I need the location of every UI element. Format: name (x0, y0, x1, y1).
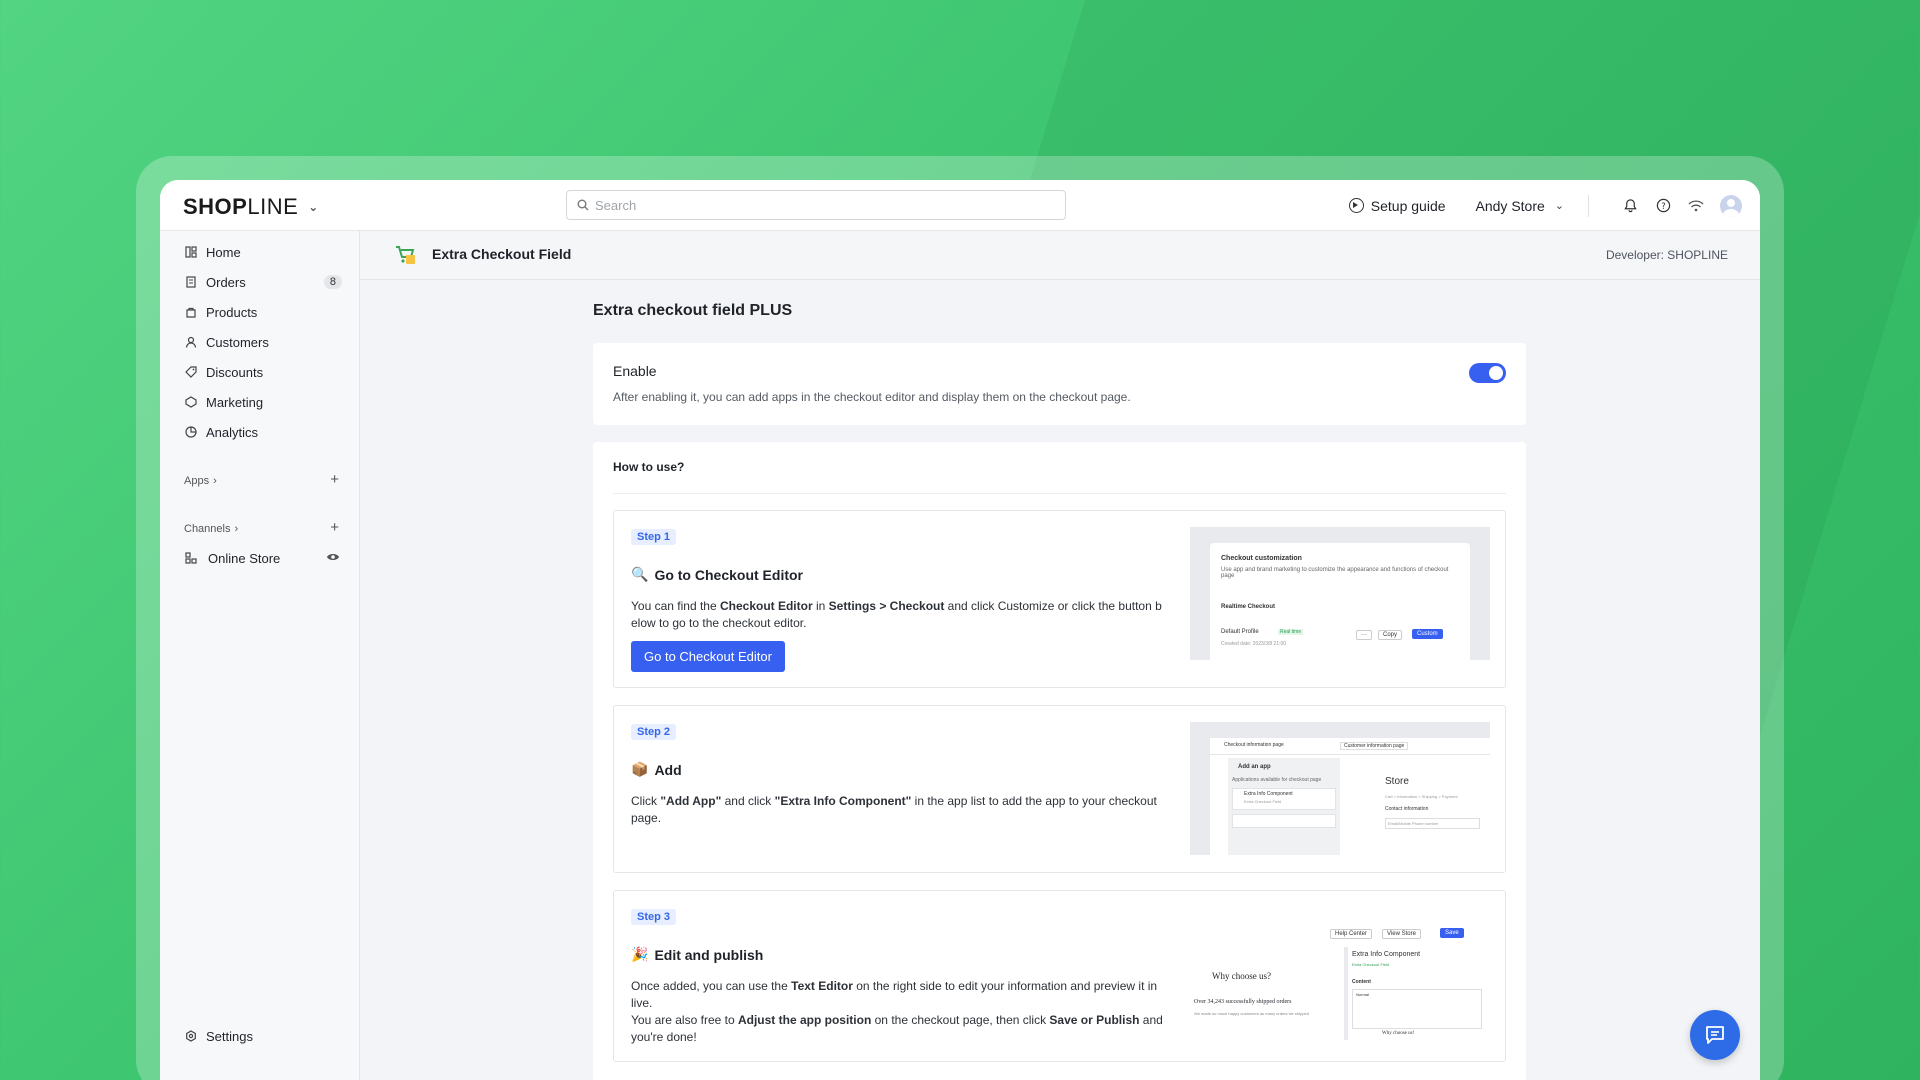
developer-label: Developer: SHOPLINE (1605, 248, 1728, 262)
add-channel-icon[interactable]: + (330, 519, 339, 536)
how-to-use-card: How to use? Step 1 🔍 Go to Checkout Edit… (593, 442, 1526, 1080)
enable-description: After enabling it, you can add apps in t… (613, 390, 1131, 404)
chevron-down-icon: ⌄ (1554, 200, 1564, 212)
app-window: SHOPLINE ⌄ Setup guide Andy Store ⌄ ? (160, 180, 1760, 1080)
sidebar-apps-section[interactable]: Apps › (184, 475, 217, 487)
main-content: Extra checkout field PLUS Enable After e… (360, 280, 1760, 1080)
products-icon (184, 305, 198, 319)
step-description: Click "Add App" and click "Extra Info Co… (631, 794, 1157, 825)
chat-icon (1706, 1026, 1724, 1044)
divider (1588, 194, 1589, 217)
sidebar-item-label: Orders (206, 274, 246, 290)
store-name: Andy Store (1475, 197, 1545, 214)
sidebar-item-label: Analytics (206, 424, 259, 440)
step-badge: Step 3 (631, 909, 677, 925)
top-bar: SHOPLINE ⌄ Setup guide Andy Store ⌄ ? (160, 180, 1760, 231)
step-1-screenshot: Checkout customization Use app and brand… (1190, 527, 1490, 660)
enable-toggle[interactable] (1469, 363, 1506, 383)
page-title: Extra checkout field PLUS (593, 302, 793, 319)
step-badge: Step 2 (631, 724, 677, 740)
bell-icon[interactable] (1620, 196, 1640, 216)
sidebar-item-home[interactable]: Home (160, 237, 360, 267)
help-icon[interactable]: ? (1653, 196, 1673, 216)
avatar[interactable] (1720, 194, 1742, 217)
sidebar-item-discounts[interactable]: Discounts (160, 357, 360, 387)
app-title: Extra Checkout Field (432, 246, 572, 262)
step-title: 🎉 Edit and publish (631, 946, 764, 963)
setup-guide-button[interactable]: Setup guide (1348, 197, 1446, 214)
add-app-icon[interactable]: + (330, 471, 339, 488)
how-to-use-title: How to use? (613, 460, 685, 474)
analytics-icon (184, 425, 198, 439)
sidebar-item-label: Online Store (208, 550, 281, 566)
search-input[interactable] (595, 197, 1035, 213)
step-title: 📦 Add (631, 761, 682, 778)
wifi-icon[interactable] (1686, 196, 1706, 216)
chat-button[interactable] (1690, 1010, 1740, 1060)
step-description: Once added, you can use the Text Editor … (631, 979, 1163, 1044)
package-icon: 📦 (631, 761, 649, 777)
sidebar-item-settings[interactable]: Settings (160, 1021, 360, 1051)
svg-text:?: ? (1661, 201, 1665, 211)
sidebar-item-products[interactable]: Products (160, 297, 360, 327)
shopline-logo[interactable]: SHOP LINE ⌄ (183, 194, 319, 220)
chevron-down-icon[interactable]: ⌄ (308, 200, 319, 214)
orders-count-badge: 8 (323, 275, 342, 289)
step-title: 🔍 Go to Checkout Editor (631, 566, 803, 583)
sidebar-item-label: Settings (206, 1028, 253, 1044)
eye-icon[interactable] (326, 551, 340, 565)
marketing-icon (184, 395, 198, 409)
discounts-icon (184, 365, 198, 379)
step-1-panel: Step 1 🔍 Go to Checkout Editor You can f… (613, 510, 1506, 688)
step-3-panel: Step 3 🎉 Edit and publish Once added, yo… (613, 890, 1506, 1062)
sidebar-item-customers[interactable]: Customers (160, 327, 360, 357)
sidebar-item-analytics[interactable]: Analytics (160, 417, 360, 447)
setup-guide-label: Setup guide (1370, 197, 1446, 214)
go-to-checkout-editor-button[interactable]: Go to Checkout Editor (631, 641, 785, 672)
app-header: Extra Checkout Field Developer: SHOPLINE (360, 231, 1760, 280)
step-3-screenshot: Help Center View Store Save Why choose u… (1190, 907, 1490, 1040)
sidebar-item-orders[interactable]: Orders 8 (160, 267, 360, 297)
cart-app-icon (396, 246, 415, 264)
divider (613, 493, 1506, 494)
sidebar-item-online-store[interactable]: Online Store (160, 543, 360, 573)
store-icon (184, 551, 198, 565)
store-switcher[interactable]: Andy Store ⌄ (1476, 198, 1564, 214)
sidebar: Home Orders 8 Products Customers Discoun… (160, 231, 360, 1080)
sidebar-item-label: Home (206, 244, 241, 260)
sidebar-item-marketing[interactable]: Marketing (160, 387, 360, 417)
chevron-right-icon: › (213, 475, 217, 487)
search-icon (577, 199, 589, 211)
play-circle-icon (1348, 198, 1364, 213)
sidebar-item-label: Discounts (206, 364, 264, 380)
home-icon (184, 245, 198, 259)
magnifier-icon: 🔍 (631, 566, 649, 582)
step-badge: Step 1 (631, 529, 677, 545)
sidebar-item-label: Marketing (206, 394, 264, 410)
step-description: You can find the Checkout Editor in Sett… (631, 599, 1162, 630)
chevron-right-icon: › (234, 523, 239, 535)
settings-icon (184, 1029, 198, 1043)
sidebar-item-label: Products (206, 304, 258, 320)
party-popper-icon: 🎉 (631, 946, 649, 962)
step-2-panel: Step 2 📦 Add Click "Add App" and click "… (613, 705, 1506, 873)
search-box[interactable] (566, 190, 1066, 220)
enable-card: Enable After enabling it, you can add ap… (593, 343, 1526, 425)
sidebar-item-label: Customers (206, 334, 269, 350)
enable-label: Enable (613, 363, 657, 379)
orders-icon (184, 275, 198, 289)
customers-icon (184, 335, 198, 349)
step-2-screenshot: Checkout information page Customer infor… (1190, 722, 1490, 855)
sidebar-channels-section[interactable]: Channels › (184, 523, 238, 535)
